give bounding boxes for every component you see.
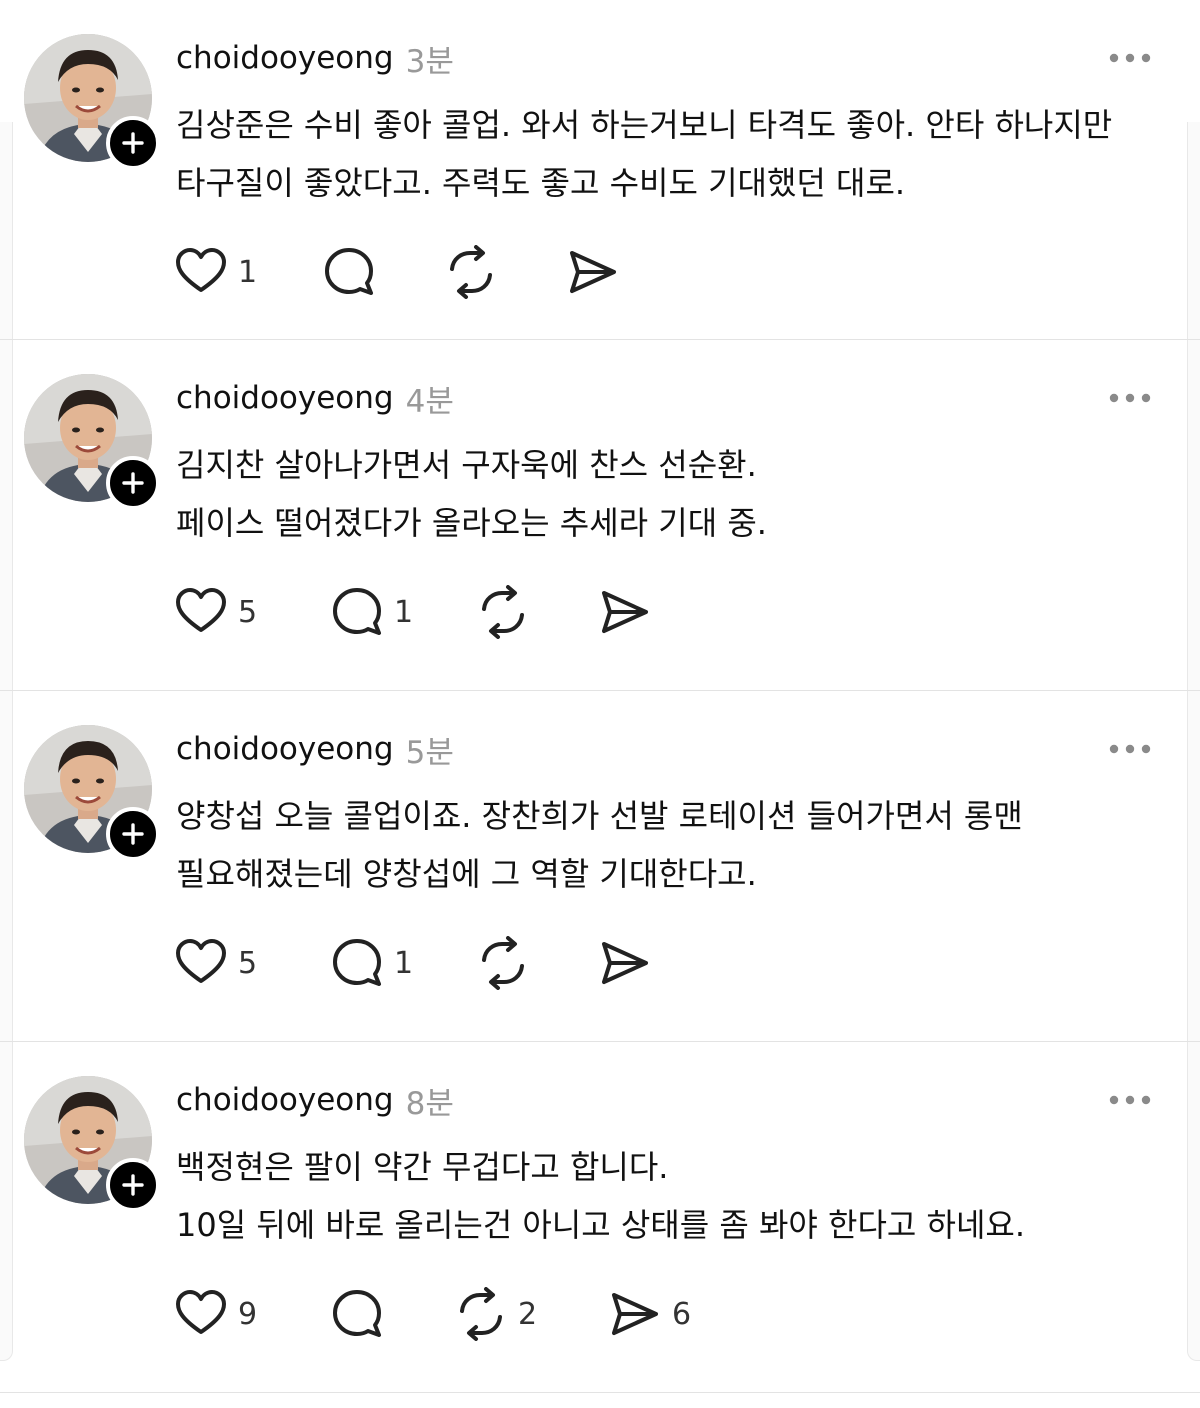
post-text: 김지찬 살아나가면서 구자욱에 찬스 선순환. 페이스 떨어졌다가 올라오는 추… [176, 436, 1136, 552]
heart-icon [176, 248, 226, 292]
reply-button[interactable] [330, 1286, 394, 1342]
more-options-button[interactable] [1108, 1092, 1152, 1106]
feed: choidooyeong 3분 김상준은 수비 좋아 콜업. 와서 하는거보니 … [0, 0, 1200, 1393]
post-header: choidooyeong 3분 [176, 36, 454, 80]
like-count: 5 [238, 594, 258, 630]
like-button[interactable]: 9 [174, 1286, 257, 1342]
like-button[interactable]: 1 [174, 244, 257, 300]
post-text-line: 10일 뒤에 바로 올리는건 아니고 상태를 좀 봐야 한다고 하네요. [176, 1206, 1025, 1244]
share-count: 6 [672, 1296, 692, 1332]
post-header: choidooyeong 8분 [176, 1078, 454, 1122]
like-count: 1 [238, 254, 258, 290]
follow-button[interactable] [106, 456, 160, 510]
follow-button[interactable] [106, 1158, 160, 1212]
repost-icon [482, 936, 524, 990]
post: choidooyeong 8분 백정현은 팔이 약간 무겁다고 합니다. 10일… [0, 1042, 1200, 1393]
reply-button[interactable]: 1 [330, 584, 413, 640]
repost-icon [460, 1287, 502, 1341]
reply-count: 1 [394, 594, 414, 630]
reply-count: 1 [394, 945, 414, 981]
username[interactable]: choidooyeong [176, 1082, 394, 1118]
more-options-button[interactable] [1108, 50, 1152, 64]
post-header: choidooyeong 5분 [176, 727, 454, 771]
post-text: 양창섭 오늘 콜업이죠. 장찬희가 선발 로테이션 들어가면서 롱맨 필요해졌는… [176, 787, 1136, 903]
send-icon [602, 591, 648, 633]
username[interactable]: choidooyeong [176, 380, 394, 416]
post-header: choidooyeong 4분 [176, 376, 454, 420]
post: choidooyeong 4분 김지찬 살아나가면서 구자욱에 찬스 선순환. … [0, 340, 1200, 691]
like-button[interactable]: 5 [174, 935, 257, 991]
post-text-line: 페이스 떨어졌다가 올라오는 추세라 기대 중. [176, 504, 767, 542]
repost-button[interactable] [476, 935, 540, 991]
post-text-line: 필요해졌는데 양창섭에 그 역할 기대한다고. [176, 855, 757, 893]
username[interactable]: choidooyeong [176, 731, 394, 767]
divider [0, 1392, 1200, 1393]
repost-icon [450, 245, 492, 299]
share-button[interactable] [598, 584, 662, 640]
plus-icon [122, 823, 144, 845]
plus-icon [122, 132, 144, 154]
like-button[interactable]: 5 [174, 584, 257, 640]
post-text-line: 양창섭 오늘 콜업이죠. 장찬희가 선발 로테이션 들어가면서 롱맨 [176, 797, 1023, 835]
timestamp[interactable]: 3분 [406, 36, 454, 81]
more-dots-icon [1109, 1095, 1151, 1105]
heart-icon [176, 588, 226, 632]
more-options-button[interactable] [1108, 741, 1152, 755]
follow-button[interactable] [106, 116, 160, 170]
plus-icon [122, 472, 144, 494]
timestamp[interactable]: 8분 [406, 1078, 454, 1123]
more-dots-icon [1109, 744, 1151, 754]
post-text-line: 백정현은 팔이 약간 무겁다고 합니다. [176, 1148, 669, 1186]
send-icon [612, 1293, 658, 1335]
post: choidooyeong 5분 양창섭 오늘 콜업이죠. 장찬희가 선발 로테이… [0, 691, 1200, 1042]
comment-bubble-icon [325, 248, 373, 295]
plus-icon [122, 1174, 144, 1196]
share-button[interactable]: 6 [608, 1286, 691, 1342]
repost-icon [482, 585, 524, 639]
post-text-line: 타구질이 좋았다고. 주력도 좋고 수비도 기대했던 대로. [176, 164, 906, 202]
post-text: 김상준은 수비 좋아 콜업. 와서 하는거보니 타격도 좋아. 안타 하나지만 … [176, 96, 1136, 212]
timestamp[interactable]: 4분 [406, 376, 454, 421]
send-icon [570, 251, 616, 293]
post-text-line: 김상준은 수비 좋아 콜업. 와서 하는거보니 타격도 좋아. 안타 하나지만 [176, 106, 1113, 144]
more-dots-icon [1109, 53, 1151, 63]
timestamp[interactable]: 5분 [406, 727, 454, 772]
share-button[interactable] [566, 244, 630, 300]
more-dots-icon [1109, 393, 1151, 403]
username[interactable]: choidooyeong [176, 40, 394, 76]
comment-bubble-icon [333, 588, 381, 635]
post-text: 백정현은 팔이 약간 무겁다고 합니다. 10일 뒤에 바로 올리는건 아니고 … [176, 1138, 1136, 1254]
post-text-line: 김지찬 살아나가면서 구자욱에 찬스 선순환. [176, 446, 757, 484]
reply-button[interactable]: 1 [330, 935, 413, 991]
comment-bubble-icon [333, 1290, 381, 1337]
heart-icon [176, 939, 226, 983]
follow-button[interactable] [106, 807, 160, 861]
reply-button[interactable] [322, 244, 386, 300]
heart-icon [176, 1290, 226, 1334]
post: choidooyeong 3분 김상준은 수비 좋아 콜업. 와서 하는거보니 … [0, 0, 1200, 340]
more-options-button[interactable] [1108, 390, 1152, 404]
send-icon [602, 942, 648, 984]
comment-bubble-icon [333, 939, 381, 986]
share-button[interactable] [598, 935, 662, 991]
repost-button[interactable] [476, 584, 540, 640]
repost-count: 2 [518, 1296, 538, 1332]
like-count: 9 [238, 1296, 258, 1332]
repost-button[interactable]: 2 [454, 1286, 537, 1342]
repost-button[interactable] [444, 244, 508, 300]
like-count: 5 [238, 945, 258, 981]
